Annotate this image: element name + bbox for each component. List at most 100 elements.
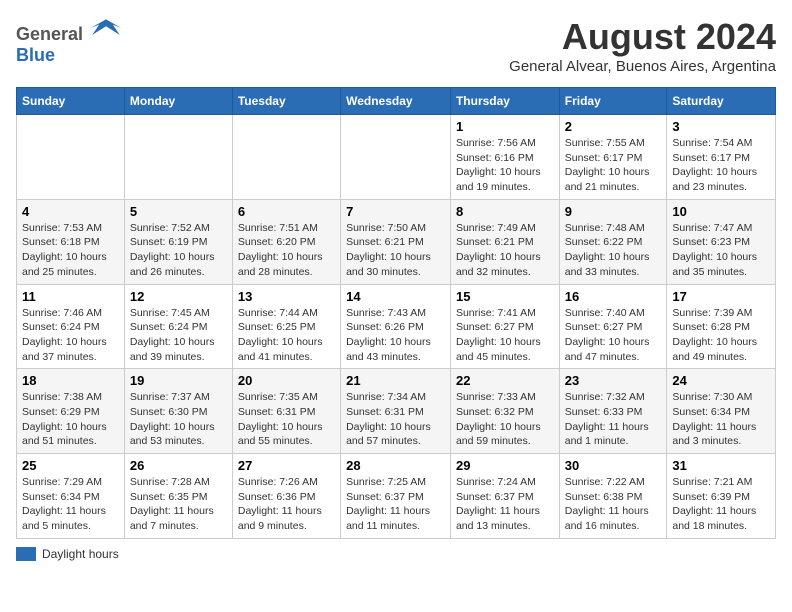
column-header-saturday: Saturday — [667, 88, 776, 115]
logo-blue-text: Blue — [16, 45, 55, 65]
day-number: 18 — [22, 373, 119, 388]
calendar-cell: 7 Sunrise: 7:50 AM Sunset: 6:21 PM Daylig… — [341, 199, 451, 284]
day-number: 13 — [238, 289, 335, 304]
calendar-cell: 8Sunrise: 7:49 AM Sunset: 6:21 PM Daylig… — [450, 199, 559, 284]
calendar-cell: 29 Sunrise: 7:24 AM Sunset: 6:37 PM Dayli… — [450, 454, 559, 539]
calendar-cell: 2 Sunrise: 7:55 AM Sunset: 6:17 PM Daylig… — [559, 115, 667, 200]
calendar-cell: 19Sunrise: 7:37 AM Sunset: 6:30 PM Dayli… — [124, 369, 232, 454]
day-info: Sunrise: 7:32 AM Sunset: 6:33 PM Dayligh… — [565, 390, 662, 449]
calendar-cell — [232, 115, 340, 200]
day-info: Sunrise: 7:41 AM Sunset: 6:27 PM Dayligh… — [456, 306, 554, 365]
day-number: 6 — [238, 204, 335, 219]
day-info: Sunrise: 7:46 AM Sunset: 6:24 PM Dayligh… — [22, 306, 119, 365]
calendar-cell: 13 Sunrise: 7:44 AM Sunset: 6:25 PM Dayli… — [232, 284, 340, 369]
day-info: Sunrise: 7:25 AM Sunset: 6:37 PM Dayligh… — [346, 475, 445, 534]
day-number: 19 — [130, 373, 227, 388]
day-info: Sunrise: 7:26 AM Sunset: 6:36 PM Dayligh… — [238, 475, 335, 534]
calendar-cell: 4 Sunrise: 7:53 AM Sunset: 6:18 PM Daylig… — [17, 199, 125, 284]
column-header-monday: Monday — [124, 88, 232, 115]
calendar-cell: 12 Sunrise: 7:45 AM Sunset: 6:24 PM Dayli… — [124, 284, 232, 369]
calendar-cell: 22 Sunrise: 7:33 AM Sunset: 6:32 PM Dayli… — [450, 369, 559, 454]
calendar-header-row: SundayMondayTuesdayWednesdayThursdayFrid… — [17, 88, 776, 115]
day-number: 12 — [130, 289, 227, 304]
day-info: Sunrise: 7:22 AM Sunset: 6:38 PM Dayligh… — [565, 475, 662, 534]
day-info: Sunrise: 7:35 AM Sunset: 6:31 PM Dayligh… — [238, 390, 335, 449]
location-subtitle: General Alvear, Buenos Aires, Argentina — [509, 58, 776, 75]
day-info: Sunrise: 7:29 AM Sunset: 6:34 PM Dayligh… — [22, 475, 119, 534]
day-info: Sunrise: 7:56 AM Sunset: 6:16 PM Dayligh… — [456, 136, 554, 195]
calendar-cell: 21Sunrise: 7:34 AM Sunset: 6:31 PM Dayli… — [341, 369, 451, 454]
calendar-cell: 10Sunrise: 7:47 AM Sunset: 6:23 PM Dayli… — [667, 199, 776, 284]
day-number: 24 — [672, 373, 770, 388]
legend-color-swatch — [16, 547, 36, 561]
day-info: Sunrise: 7:48 AM Sunset: 6:22 PM Dayligh… — [565, 221, 662, 280]
day-info: Sunrise: 7:40 AM Sunset: 6:27 PM Dayligh… — [565, 306, 662, 365]
day-info: Sunrise: 7:50 AM Sunset: 6:21 PM Dayligh… — [346, 221, 445, 280]
calendar-cell: 27 Sunrise: 7:26 AM Sunset: 6:36 PM Dayli… — [232, 454, 340, 539]
calendar-cell: 28Sunrise: 7:25 AM Sunset: 6:37 PM Dayli… — [341, 454, 451, 539]
calendar-cell: 14Sunrise: 7:43 AM Sunset: 6:26 PM Dayli… — [341, 284, 451, 369]
day-number: 9 — [565, 204, 662, 219]
day-number: 25 — [22, 458, 119, 473]
calendar-cell: 23 Sunrise: 7:32 AM Sunset: 6:33 PM Dayli… — [559, 369, 667, 454]
day-info: Sunrise: 7:44 AM Sunset: 6:25 PM Dayligh… — [238, 306, 335, 365]
day-info: Sunrise: 7:38 AM Sunset: 6:29 PM Dayligh… — [22, 390, 119, 449]
day-number: 23 — [565, 373, 662, 388]
calendar-cell: 1Sunrise: 7:56 AM Sunset: 6:16 PM Daylig… — [450, 115, 559, 200]
calendar-cell: 25 Sunrise: 7:29 AM Sunset: 6:34 PM Dayli… — [17, 454, 125, 539]
day-number: 14 — [346, 289, 445, 304]
day-info: Sunrise: 7:54 AM Sunset: 6:17 PM Dayligh… — [672, 136, 770, 195]
day-number: 15 — [456, 289, 554, 304]
month-year-title: August 2024 — [509, 16, 776, 58]
calendar-week-row-5: 25 Sunrise: 7:29 AM Sunset: 6:34 PM Dayli… — [17, 454, 776, 539]
calendar-cell: 11Sunrise: 7:46 AM Sunset: 6:24 PM Dayli… — [17, 284, 125, 369]
day-info: Sunrise: 7:28 AM Sunset: 6:35 PM Dayligh… — [130, 475, 227, 534]
calendar-cell: 20 Sunrise: 7:35 AM Sunset: 6:31 PM Dayli… — [232, 369, 340, 454]
calendar-cell: 17Sunrise: 7:39 AM Sunset: 6:28 PM Dayli… — [667, 284, 776, 369]
day-number: 30 — [565, 458, 662, 473]
calendar-cell: 5 Sunrise: 7:52 AM Sunset: 6:19 PM Daylig… — [124, 199, 232, 284]
day-number: 16 — [565, 289, 662, 304]
calendar-cell: 3Sunrise: 7:54 AM Sunset: 6:17 PM Daylig… — [667, 115, 776, 200]
calendar-week-row-4: 18 Sunrise: 7:38 AM Sunset: 6:29 PM Dayli… — [17, 369, 776, 454]
title-area: August 2024 General Alvear, Buenos Aires… — [509, 16, 776, 75]
column-header-thursday: Thursday — [450, 88, 559, 115]
calendar-cell — [17, 115, 125, 200]
calendar-week-row-3: 11Sunrise: 7:46 AM Sunset: 6:24 PM Dayli… — [17, 284, 776, 369]
day-number: 2 — [565, 119, 662, 134]
calendar-week-row-1: 1Sunrise: 7:56 AM Sunset: 6:16 PM Daylig… — [17, 115, 776, 200]
day-info: Sunrise: 7:21 AM Sunset: 6:39 PM Dayligh… — [672, 475, 770, 534]
day-info: Sunrise: 7:30 AM Sunset: 6:34 PM Dayligh… — [672, 390, 770, 449]
column-header-sunday: Sunday — [17, 88, 125, 115]
header: General Blue August 2024 General Alvear,… — [16, 16, 776, 75]
column-header-tuesday: Tuesday — [232, 88, 340, 115]
day-number: 21 — [346, 373, 445, 388]
day-number: 29 — [456, 458, 554, 473]
calendar-cell: 31Sunrise: 7:21 AM Sunset: 6:39 PM Dayli… — [667, 454, 776, 539]
calendar-cell — [124, 115, 232, 200]
day-number: 27 — [238, 458, 335, 473]
calendar-table: SundayMondayTuesdayWednesdayThursdayFrid… — [16, 87, 776, 539]
column-header-wednesday: Wednesday — [341, 88, 451, 115]
day-number: 8 — [456, 204, 554, 219]
day-info: Sunrise: 7:45 AM Sunset: 6:24 PM Dayligh… — [130, 306, 227, 365]
calendar-cell: 9 Sunrise: 7:48 AM Sunset: 6:22 PM Daylig… — [559, 199, 667, 284]
column-header-friday: Friday — [559, 88, 667, 115]
logo: General Blue — [16, 16, 124, 66]
day-info: Sunrise: 7:39 AM Sunset: 6:28 PM Dayligh… — [672, 306, 770, 365]
legend-label: Daylight hours — [42, 547, 119, 561]
calendar-week-row-2: 4 Sunrise: 7:53 AM Sunset: 6:18 PM Daylig… — [17, 199, 776, 284]
day-info: Sunrise: 7:24 AM Sunset: 6:37 PM Dayligh… — [456, 475, 554, 534]
day-number: 20 — [238, 373, 335, 388]
calendar-cell: 16 Sunrise: 7:40 AM Sunset: 6:27 PM Dayli… — [559, 284, 667, 369]
logo-bird-icon — [88, 16, 124, 40]
day-number: 4 — [22, 204, 119, 219]
day-info: Sunrise: 7:53 AM Sunset: 6:18 PM Dayligh… — [22, 221, 119, 280]
day-info: Sunrise: 7:33 AM Sunset: 6:32 PM Dayligh… — [456, 390, 554, 449]
day-number: 22 — [456, 373, 554, 388]
day-info: Sunrise: 7:52 AM Sunset: 6:19 PM Dayligh… — [130, 221, 227, 280]
day-number: 7 — [346, 204, 445, 219]
day-number: 5 — [130, 204, 227, 219]
day-info: Sunrise: 7:55 AM Sunset: 6:17 PM Dayligh… — [565, 136, 662, 195]
calendar-cell: 18 Sunrise: 7:38 AM Sunset: 6:29 PM Dayli… — [17, 369, 125, 454]
